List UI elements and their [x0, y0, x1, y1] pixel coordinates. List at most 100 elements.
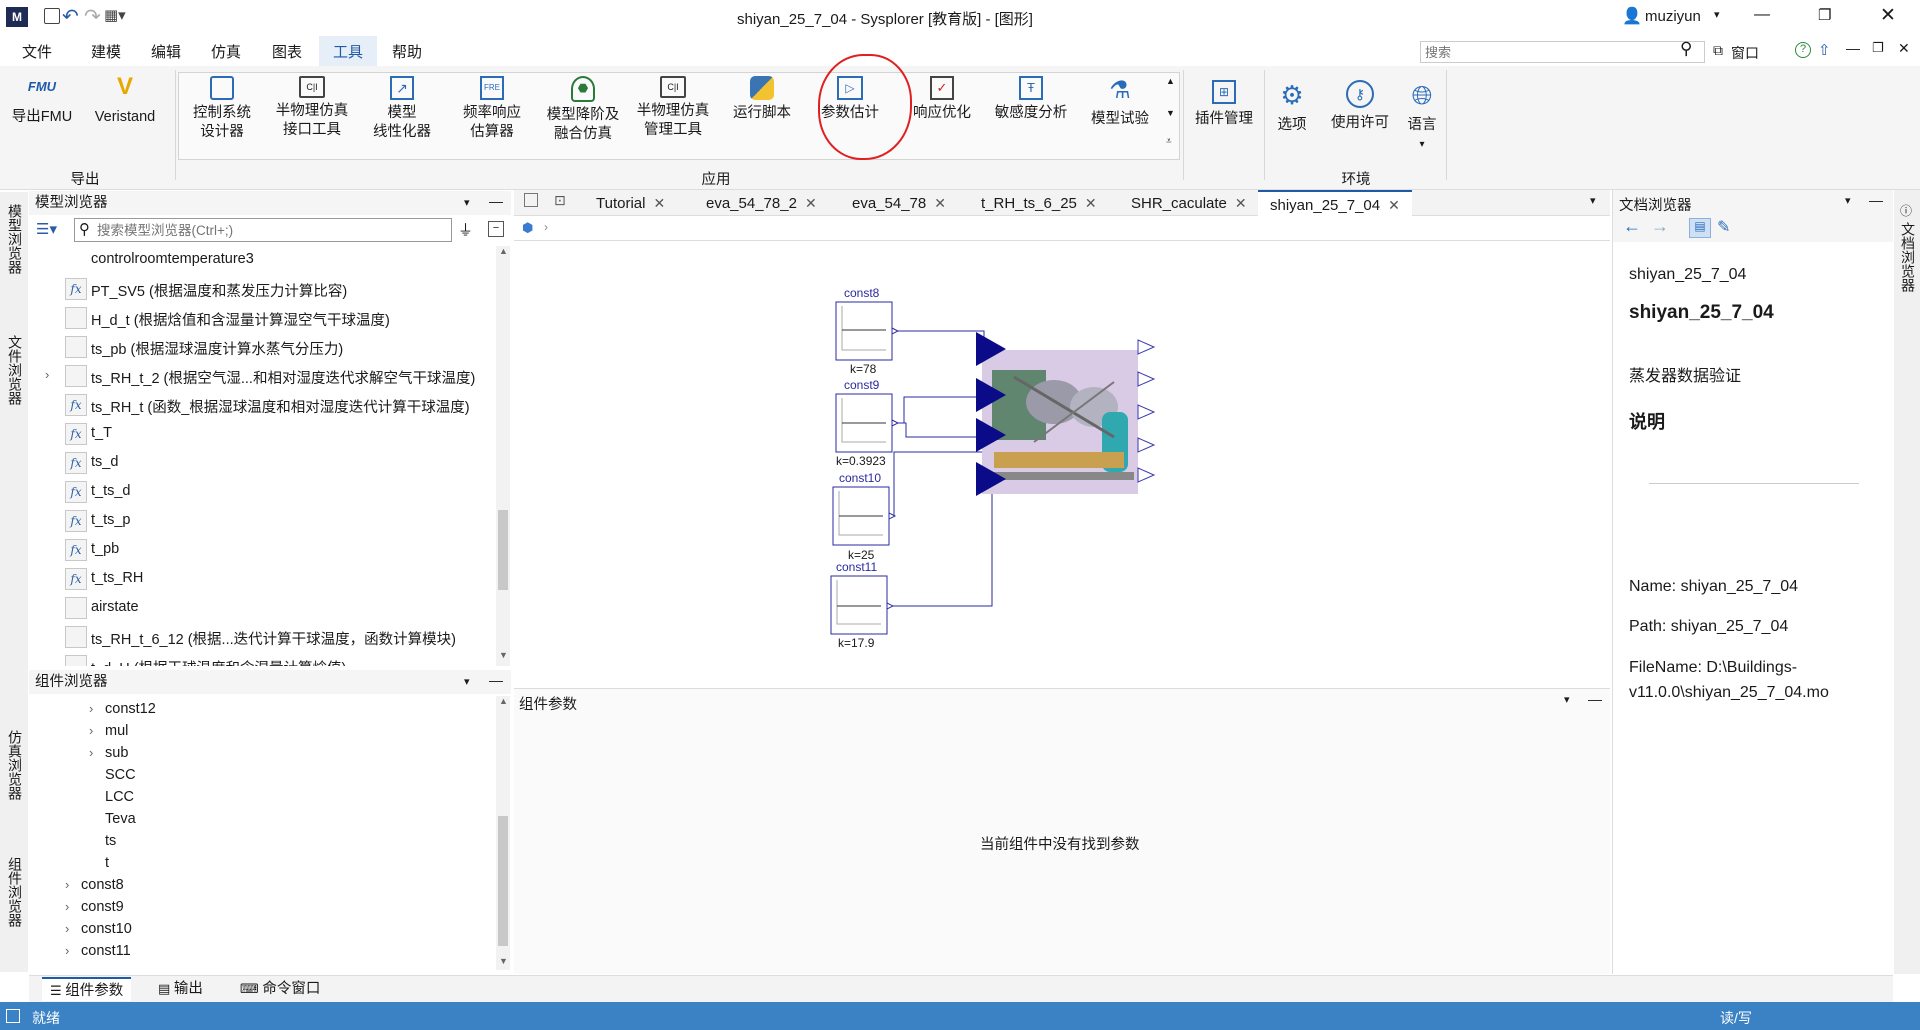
expand-chevron-icon[interactable]: ›: [65, 899, 69, 914]
frequency-estimator-button[interactable]: FRE 频率响应 估算器: [456, 76, 528, 142]
sensitivity-analysis-button[interactable]: Ŧ 敏感度分析: [990, 76, 1072, 123]
veristand-button[interactable]: V Veristand: [88, 72, 162, 127]
const10-block[interactable]: [832, 486, 897, 546]
doc-menu-icon[interactable]: ▾: [1845, 194, 1851, 207]
close-icon[interactable]: ✕: [1880, 4, 1896, 27]
evaporator-block[interactable]: [982, 350, 1138, 494]
expand-chevron-icon[interactable]: ›: [65, 943, 69, 958]
comp-scroll-thumb[interactable]: [498, 816, 508, 946]
collapse-all-icon[interactable]: −: [488, 221, 504, 237]
menu-simulate[interactable]: 仿真: [211, 41, 241, 62]
run-script-button[interactable]: 运行脚本: [726, 76, 798, 123]
hil-manager-button[interactable]: C|I 半物理仿真 管理工具: [630, 76, 716, 140]
expand-chevron-icon[interactable]: ›: [45, 367, 49, 382]
plugin-manager-button[interactable]: ⊞ 插件管理: [1188, 80, 1260, 129]
restore-icon[interactable]: ❐: [1818, 6, 1831, 24]
filter-icon[interactable]: ⏚: [458, 219, 473, 240]
model-tree-item[interactable]: fx ts_RH_t (函数_根据湿球温度和相对湿度迭代计算干球温度): [29, 391, 495, 420]
params-menu-icon[interactable]: ▾: [1564, 693, 1570, 706]
language-button[interactable]: 🌐︎ 语言 ▾: [1402, 80, 1442, 154]
search-icon[interactable]: ⚲: [1680, 39, 1692, 59]
menu-model[interactable]: 建模: [91, 41, 121, 62]
tab-shiyan-active[interactable]: shiyan_25_7_04 ✕: [1258, 190, 1412, 216]
vtab-model-browser[interactable]: 模型浏览器: [0, 200, 28, 310]
tab-close-icon[interactable]: ✕: [934, 195, 946, 211]
model-tree-item[interactable]: fx t_T: [29, 420, 495, 449]
user-name[interactable]: muziyun: [1645, 8, 1701, 25]
control-designer-button[interactable]: 控制系统 设计器: [186, 76, 258, 142]
gallery-down-icon[interactable]: ▼: [1166, 108, 1175, 118]
menu-chart[interactable]: 图表: [272, 41, 302, 62]
back-arrow-icon[interactable]: ←: [1623, 216, 1641, 237]
help-circle-icon[interactable]: ?: [1795, 42, 1811, 58]
gallery-up-icon[interactable]: ▲: [1166, 76, 1175, 86]
comp-scroll-down-icon[interactable]: ▼: [499, 956, 508, 966]
model-tree-item[interactable]: fx t_pb: [29, 536, 495, 565]
options-button[interactable]: ⚙ 选项: [1272, 80, 1312, 135]
doc-edit-icon[interactable]: ✎: [1717, 217, 1730, 237]
model-cube-icon[interactable]: ⬢: [522, 220, 533, 236]
menu-file[interactable]: 文件: [22, 41, 52, 62]
tab-tutorial[interactable]: Tutorial ✕: [596, 190, 665, 216]
export-fmu-button[interactable]: FMU 导出FMU: [10, 72, 74, 127]
tab-eva-54-78[interactable]: eva_54_78 ✕: [852, 190, 946, 216]
vtab-doc-browser[interactable]: ⓘ 文档浏览器: [1894, 200, 1920, 320]
model-tree-item[interactable]: fx t_ts_p: [29, 507, 495, 536]
tab-close-icon[interactable]: ✕: [653, 195, 665, 211]
doc-view-icon[interactable]: ▤: [1689, 218, 1711, 238]
scroll-up-icon[interactable]: ▲: [499, 246, 508, 256]
model-tree-item[interactable]: ts_RH_t_6_12 (根据...迭代计算干球温度，函数计算模块): [29, 623, 495, 652]
mdi-minimize-icon[interactable]: —: [1846, 40, 1860, 56]
expand-chevron-icon[interactable]: ›: [65, 877, 69, 892]
minimize-icon[interactable]: —: [1754, 6, 1770, 24]
gallery-more-icon[interactable]: ⩡: [1166, 136, 1172, 147]
const9-block[interactable]: [835, 393, 900, 453]
menu-tools[interactable]: 工具: [333, 41, 363, 62]
save-icon[interactable]: [44, 8, 60, 24]
breadcrumb-chevron-icon[interactable]: ›: [544, 220, 548, 234]
model-scroll-thumb[interactable]: [498, 510, 508, 590]
model-tree-item[interactable]: H_d_t (根据焓值和含湿量计算湿空气干球温度): [29, 304, 495, 333]
undo-icon[interactable]: ↶: [62, 4, 79, 29]
model-browser-menu-icon[interactable]: ▾: [464, 191, 470, 215]
menu-edit[interactable]: 编辑: [151, 41, 181, 62]
model-tree-item[interactable]: › ts_RH_t_2 (根据空气湿...和相对湿度迭代求解空气干球温度): [29, 362, 495, 391]
const11-block[interactable]: [830, 575, 895, 635]
vtab-file-browser[interactable]: 文件浏览器: [0, 335, 28, 435]
expand-chevron-icon[interactable]: ›: [65, 921, 69, 936]
const8-block[interactable]: [835, 301, 900, 361]
expand-chevron-icon[interactable]: ›: [89, 745, 93, 760]
search-input[interactable]: [1420, 41, 1705, 63]
bottom-tab-params[interactable]: ☰ 组件参数: [42, 977, 132, 1001]
window-menu-icon[interactable]: ⧉: [1713, 42, 1723, 59]
quick-access-icon[interactable]: ▦▾: [104, 6, 126, 24]
model-browser-list-icon[interactable]: ☰▾: [36, 220, 57, 238]
vtab-sim-browser[interactable]: 仿真浏览器: [0, 730, 28, 830]
forward-arrow-icon[interactable]: →: [1651, 216, 1669, 237]
model-tree-item[interactable]: ts_pb (根据湿球温度计算水蒸气分压力): [29, 333, 495, 362]
user-dropdown-icon[interactable]: ▾: [1714, 8, 1720, 21]
tab-eva-54-78-2[interactable]: eva_54_78_2 ✕: [706, 190, 817, 216]
menu-help[interactable]: 帮助: [392, 41, 422, 62]
hil-interface-button[interactable]: C|I 半物理仿真 接口工具: [270, 76, 354, 140]
model-tree-item[interactable]: fx PT_SV5 (根据温度和蒸发压力计算比容): [29, 275, 495, 304]
mdi-close-icon[interactable]: ✕: [1898, 40, 1910, 57]
bottom-tab-output[interactable]: ▤ 输出: [158, 977, 203, 1001]
scroll-down-icon[interactable]: ▼: [499, 650, 508, 660]
license-button[interactable]: ⚷ 使用许可: [1324, 80, 1396, 133]
window-menu-label[interactable]: 窗口: [1731, 43, 1759, 63]
response-optimization-button[interactable]: ✓ 响应优化: [906, 76, 978, 123]
model-tree-item[interactable]: fx ts_d: [29, 449, 495, 478]
model-experiment-button[interactable]: ⚗ 模型试验: [1084, 76, 1156, 129]
doc-collapse-icon[interactable]: —: [1869, 192, 1883, 208]
model-browser-collapse-icon[interactable]: —: [489, 189, 503, 213]
model-tree-item[interactable]: controlroomtemperature3: [29, 246, 495, 275]
model-reduction-button[interactable]: ⬣ 模型降阶及 融合仿真: [540, 76, 626, 144]
mdi-restore-icon[interactable]: ❐: [1872, 40, 1884, 56]
tab-close-icon[interactable]: ✕: [1388, 197, 1400, 213]
tab-close-icon[interactable]: ✕: [1085, 195, 1097, 211]
expand-chevron-icon[interactable]: ›: [89, 701, 93, 716]
tab-close-icon[interactable]: ✕: [805, 195, 817, 211]
diagram-canvas[interactable]: const8 k=78 const9 k=0.3923 const10 k=25…: [514, 242, 1610, 686]
comp-scroll-up-icon[interactable]: ▲: [499, 696, 508, 706]
